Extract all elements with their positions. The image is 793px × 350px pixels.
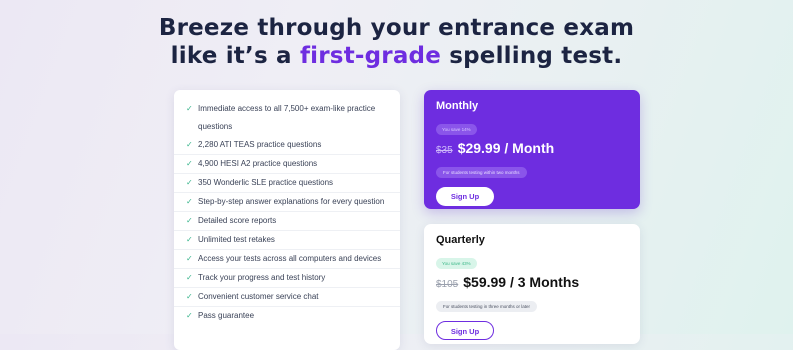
plan-name: Quarterly [436, 234, 485, 246]
feature-text: Access your tests across all computers a… [198, 254, 382, 263]
check-icon: ✓ [186, 197, 193, 206]
quarterly-plan-card: Quarterly You save 43% $105 $59.99 / 3 M… [424, 224, 640, 344]
hero-heading: Breeze through your entrance exam like i… [0, 14, 793, 70]
feature-text: Convenient customer service chat [198, 292, 319, 301]
check-icon: ✓ [186, 235, 193, 244]
savings-badge: You save 43% [436, 258, 477, 269]
feature-item: ✓ Step-by-step answer explanations for ev… [174, 193, 400, 212]
feature-item: ✓ Access your tests across all computers … [174, 250, 400, 269]
feature-text: Step-by-step answer explanations for eve… [198, 197, 385, 206]
feature-text: Unlimited test retakes [198, 235, 275, 244]
check-icon: ✓ [186, 311, 193, 320]
feature-item: ✓ Pass guarantee [174, 307, 400, 325]
feature-text: 4,900 HESI A2 practice questions [198, 159, 318, 168]
feature-text: 350 Wonderlic SLE practice questions [198, 178, 334, 187]
current-price: $59.99 / 3 Months [463, 274, 580, 290]
old-price: $105 [436, 279, 459, 290]
plan-note: For students testing within two months [436, 167, 527, 178]
price-row: $35 $29.99 / Month [436, 140, 628, 156]
monthly-sign-up-button[interactable]: Sign Up [436, 187, 494, 206]
feature-item: ✓ Detailed score reports [174, 212, 400, 231]
hero-line-1: Breeze through your entrance exam [158, 15, 635, 41]
check-icon: ✓ [186, 104, 193, 113]
feature-text: Immediate access to all 7,500+ exam-like… [198, 104, 376, 131]
check-icon: ✓ [186, 140, 193, 149]
old-price: $35 [436, 145, 453, 156]
feature-text: Detailed score reports [198, 216, 277, 225]
feature-item: ✓ Convenient customer service chat [174, 288, 400, 307]
check-icon: ✓ [186, 159, 193, 168]
hero-line-2-suffix: spelling test. [441, 43, 623, 69]
check-icon: ✓ [186, 292, 193, 301]
check-icon: ✓ [186, 178, 193, 187]
savings-badge: You save 14% [436, 124, 477, 135]
hero-accent-text: first-grade [299, 43, 442, 69]
feature-text: Pass guarantee [198, 311, 255, 320]
hero-line-2: like it’s a first-grade spelling test. [0, 42, 793, 70]
price-row: $105 $59.99 / 3 Months [436, 274, 628, 290]
hero-line-2-prefix: like it’s a [170, 43, 300, 69]
feature-item: ✓ Unlimited test retakes [174, 231, 400, 250]
feature-item: ✓ Immediate access to all 7,500+ exam-lik… [174, 100, 400, 136]
feature-item: ✓ 350 Wonderlic SLE practice questions [174, 174, 400, 193]
monthly-plan-card: Monthly You save 14% $35 $29.99 / Month … [424, 90, 640, 209]
plan-note: For students testing in three months or … [436, 301, 538, 312]
feature-item: ✓ Track your progress and test history [174, 269, 400, 288]
feature-text: Track your progress and test history [198, 273, 326, 282]
current-price: $29.99 / Month [457, 140, 555, 156]
feature-item: ✓ 2,280 ATI TEAS practice questions [174, 136, 400, 155]
feature-item: ✓ 4,900 HESI A2 practice questions [174, 155, 400, 174]
features-list: ✓ Immediate access to all 7,500+ exam-lik… [174, 90, 400, 350]
check-icon: ✓ [186, 273, 193, 282]
quarterly-sign-up-button[interactable]: Sign Up [436, 321, 494, 340]
feature-text: 2,280 ATI TEAS practice questions [198, 140, 322, 149]
plan-name: Monthly [436, 100, 479, 112]
check-icon: ✓ [186, 254, 193, 263]
check-icon: ✓ [186, 216, 193, 225]
